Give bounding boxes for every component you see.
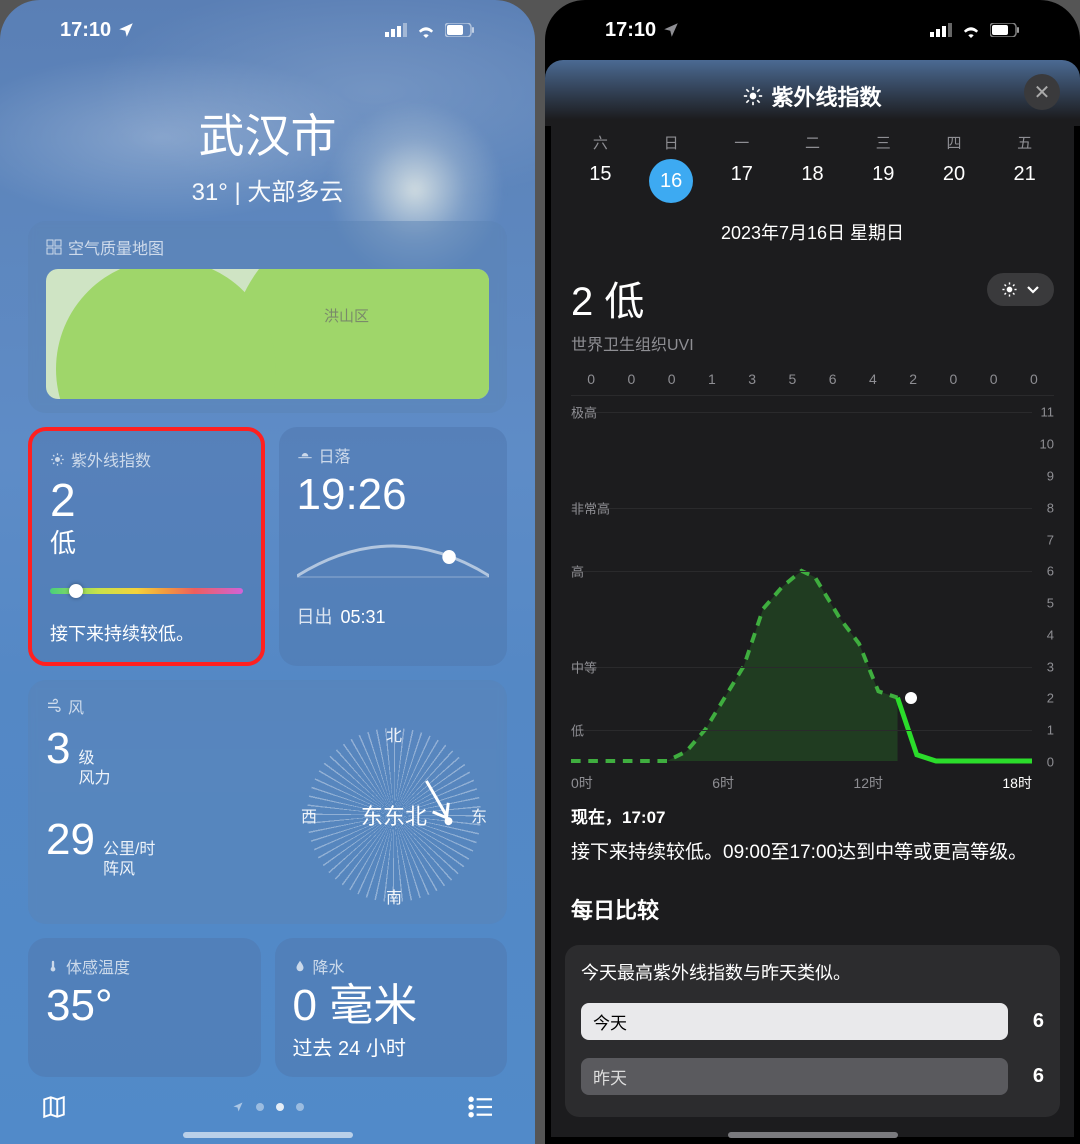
air-quality-card[interactable]: 空气质量地图 洪山区 bbox=[28, 221, 507, 413]
wind-compass: 北 南 西 东 东东北 bbox=[299, 720, 489, 910]
location-icon bbox=[117, 21, 135, 39]
hour-value-row: 000135642000 bbox=[571, 371, 1054, 387]
thermometer-icon bbox=[46, 958, 60, 974]
wind-card[interactable]: 风 3 级风力 29 公里/时阵风 北 南 西 东 东东北 bbox=[28, 680, 507, 924]
day-column[interactable]: 四20 bbox=[919, 132, 990, 203]
status-time: 17:10 bbox=[60, 19, 111, 42]
compare-description: 今天最高紫外线指数与昨天类似。 bbox=[581, 959, 1044, 985]
compare-row: 今天6 bbox=[581, 1003, 1044, 1040]
now-label: 现在，17:07 bbox=[571, 803, 1054, 828]
uv-level: 低 bbox=[50, 523, 243, 560]
home-indicator[interactable] bbox=[183, 1132, 353, 1138]
uv-chart[interactable]: 000135642000 0时6时12时18时 极高非常高高中等低1110987… bbox=[557, 371, 1068, 775]
home-indicator[interactable] bbox=[728, 1132, 898, 1138]
page-indicator[interactable] bbox=[232, 1101, 304, 1113]
compare-row: 昨天6 bbox=[581, 1058, 1044, 1095]
day-selector[interactable]: 六15日16一17二18三19四20五21 bbox=[551, 112, 1074, 203]
grid-icon bbox=[46, 239, 62, 255]
city-name: 武汉市 bbox=[0, 100, 535, 166]
day-column[interactable]: 二18 bbox=[777, 132, 848, 203]
uv-detail-screen: 17:10 紫外线指数 ✕ 六15日16一17二18三19四20五21 2023… bbox=[545, 0, 1080, 1144]
precip-label: 降水 bbox=[293, 954, 490, 978]
wind-label: 风 bbox=[46, 694, 489, 718]
battery-icon bbox=[445, 23, 475, 37]
feels-value: 35° bbox=[46, 984, 243, 1028]
day-column[interactable]: 三19 bbox=[848, 132, 919, 203]
compare-heading: 每日比较 bbox=[571, 893, 1054, 925]
map-icon[interactable] bbox=[40, 1094, 68, 1120]
uv-value-big: 2 低 bbox=[571, 269, 694, 327]
daily-compare-card[interactable]: 今天最高紫外线指数与昨天类似。 今天6 昨天6 bbox=[565, 945, 1060, 1117]
list-icon[interactable] bbox=[467, 1096, 495, 1118]
uv-index-card[interactable]: 紫外线指数 2 低 接下来持续较低。 bbox=[28, 427, 265, 666]
cellular-icon bbox=[385, 23, 407, 37]
sheet-header: 紫外线指数 ✕ bbox=[551, 80, 1074, 112]
battery-icon bbox=[990, 23, 1020, 37]
precipitation-card[interactable]: 降水 0 毫米 过去 24 小时 bbox=[275, 938, 508, 1077]
sunrise-row: 日出05:31 bbox=[297, 603, 490, 629]
cellular-icon bbox=[930, 23, 952, 37]
weather-main-screen: 17:10 武汉市 31° | 大部多云 空气质量地图 洪山区 紫外线指数 2 bbox=[0, 0, 535, 1144]
status-bar: 17:10 bbox=[0, 0, 535, 60]
uv-value-row: 2 低 世界卫生组织UVI bbox=[551, 245, 1074, 361]
uv-scale-bar bbox=[50, 588, 243, 594]
chart-area: 0时6时12时18时 极高非常高高中等低11109876543210 bbox=[571, 395, 1054, 775]
now-description: 接下来持续较低。09:00至17:00达到中等或更高等级。 bbox=[571, 840, 1054, 867]
sunset-card[interactable]: 日落 19:26 日出05:31 bbox=[279, 427, 508, 666]
day-column[interactable]: 六15 bbox=[565, 132, 636, 203]
wind-strength: 3 bbox=[46, 724, 70, 774]
feels-label: 体感温度 bbox=[46, 954, 243, 978]
sunset-time: 19:26 bbox=[297, 473, 490, 517]
precip-value: 0 毫米 bbox=[293, 984, 490, 1028]
location-dot-icon bbox=[232, 1101, 244, 1113]
precip-sub: 过去 24 小时 bbox=[293, 1032, 490, 1061]
status-bar: 17:10 bbox=[545, 0, 1080, 60]
sun-path-arc bbox=[297, 531, 490, 581]
uv-description: 接下来持续较低。 bbox=[50, 620, 243, 646]
drop-icon bbox=[293, 958, 307, 974]
district-label: 洪山区 bbox=[324, 305, 369, 326]
sun-icon bbox=[50, 452, 65, 467]
uv-detail-sheet: 紫外线指数 ✕ 六15日16一17二18三19四20五21 2023年7月16日… bbox=[551, 60, 1074, 1137]
day-column[interactable]: 一17 bbox=[706, 132, 777, 203]
weather-summary: 31° | 大部多云 bbox=[0, 172, 535, 207]
wind-icon bbox=[46, 698, 62, 714]
close-button[interactable]: ✕ bbox=[1024, 74, 1060, 110]
day-column[interactable]: 五21 bbox=[989, 132, 1060, 203]
day-column[interactable]: 日16 bbox=[636, 132, 707, 203]
location-icon bbox=[662, 21, 680, 39]
chevron-down-icon bbox=[1026, 285, 1040, 295]
bottom-toolbar bbox=[0, 1094, 535, 1120]
full-date: 2023年7月16日 星期日 bbox=[551, 219, 1074, 245]
feels-like-card[interactable]: 体感温度 35° bbox=[28, 938, 261, 1077]
wind-gust: 29 bbox=[46, 815, 95, 865]
uv-source: 世界卫生组织UVI bbox=[571, 331, 694, 355]
wifi-icon bbox=[960, 22, 982, 38]
mode-selector[interactable] bbox=[987, 273, 1054, 306]
status-time: 17:10 bbox=[605, 19, 656, 42]
sunset-icon bbox=[297, 447, 313, 463]
uv-indicator-dot bbox=[69, 584, 83, 598]
wind-direction: 东东北 bbox=[299, 720, 489, 910]
sun-icon bbox=[1001, 281, 1018, 298]
uv-forecast-text: 现在，17:07 接下来持续较低。09:00至17:00达到中等或更高等级。 每… bbox=[551, 775, 1074, 925]
location-header: 武汉市 31° | 大部多云 bbox=[0, 100, 535, 207]
wifi-icon bbox=[415, 22, 437, 38]
air-quality-label: 空气质量地图 bbox=[46, 235, 489, 259]
sunset-label: 日落 bbox=[297, 443, 490, 467]
sun-icon bbox=[743, 86, 763, 106]
sheet-title: 紫外线指数 bbox=[771, 80, 881, 112]
air-quality-map[interactable]: 洪山区 bbox=[46, 269, 489, 399]
uv-card-label: 紫外线指数 bbox=[50, 447, 243, 471]
uv-value: 2 bbox=[50, 477, 243, 523]
